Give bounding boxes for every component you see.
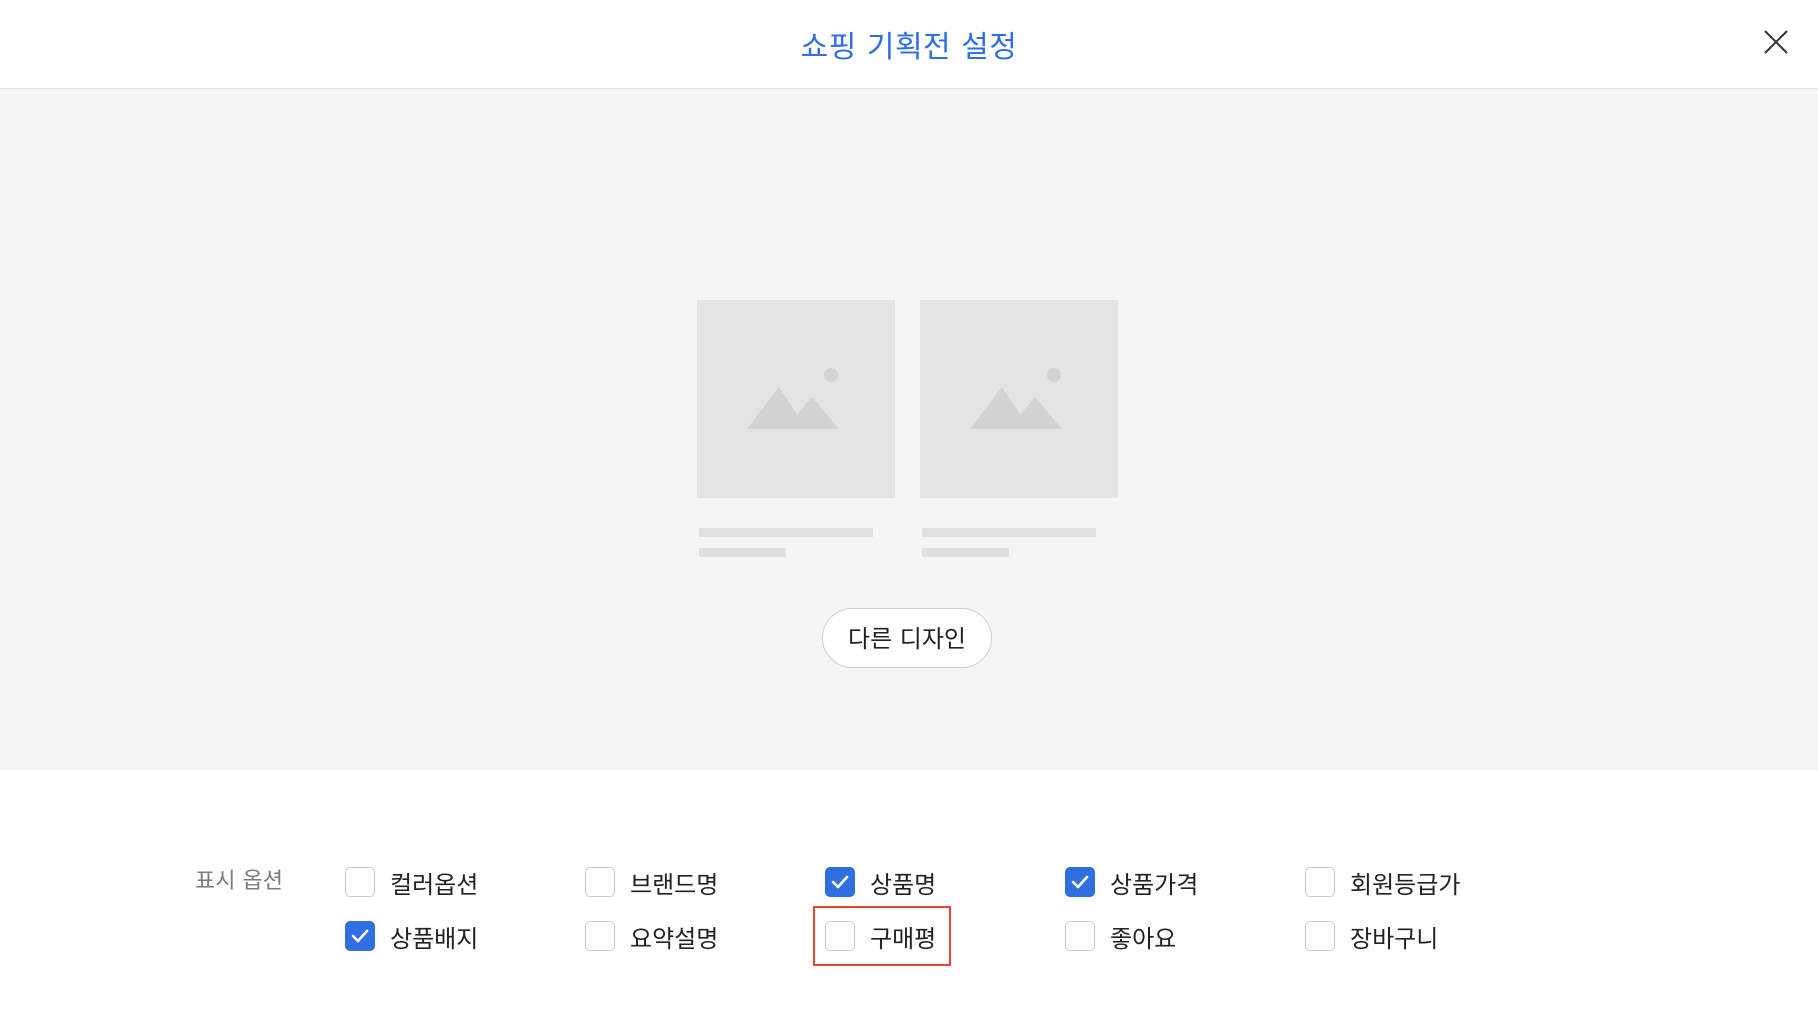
checkbox[interactable] bbox=[345, 867, 375, 897]
highlight-box bbox=[813, 906, 951, 966]
option-color[interactable]: 컬러옵션 bbox=[345, 862, 478, 902]
checkbox[interactable] bbox=[585, 867, 615, 897]
option-label: 브랜드명 bbox=[630, 870, 719, 899]
option-label: 상품배지 bbox=[390, 924, 479, 953]
display-options-label: 표시 옵션 bbox=[195, 869, 283, 894]
other-design-button[interactable]: 다른 디자인 bbox=[822, 608, 992, 668]
price-placeholder-line bbox=[922, 548, 1009, 557]
checkbox[interactable] bbox=[585, 921, 615, 951]
checkbox[interactable] bbox=[345, 921, 375, 951]
preview-card bbox=[920, 300, 1118, 557]
option-label: 회원등급가 bbox=[1350, 870, 1461, 899]
close-icon[interactable] bbox=[1754, 20, 1798, 64]
option-cart[interactable]: 장바구니 bbox=[1305, 916, 1438, 956]
image-placeholder bbox=[920, 300, 1118, 498]
dialog-title: 쇼핑 기획전 설정 bbox=[800, 30, 1018, 65]
design-preview: 다른 디자인 bbox=[0, 89, 1818, 770]
option-like[interactable]: 좋아요 bbox=[1065, 916, 1176, 956]
checkbox[interactable] bbox=[1305, 867, 1335, 897]
option-badge[interactable]: 상품배지 bbox=[345, 916, 478, 956]
option-label: 컬러옵션 bbox=[390, 870, 479, 899]
option-label: 장바구니 bbox=[1350, 924, 1439, 953]
checkbox[interactable] bbox=[1305, 921, 1335, 951]
option-label: 상품가격 bbox=[1110, 870, 1199, 899]
option-brand[interactable]: 브랜드명 bbox=[585, 862, 718, 902]
option-member-price[interactable]: 회원등급가 bbox=[1305, 862, 1460, 902]
display-options: 표시 옵션 컬러옵션 브랜드명 상품명 상품가격 회원등급가 상품배지 요약설명… bbox=[0, 770, 1818, 1015]
title-placeholder-line bbox=[699, 528, 873, 537]
price-placeholder-line bbox=[699, 548, 786, 557]
checkbox[interactable] bbox=[1065, 921, 1095, 951]
option-label: 요약설명 bbox=[630, 924, 719, 953]
option-product-name[interactable]: 상품명 bbox=[825, 862, 936, 902]
title-placeholder-line bbox=[922, 528, 1096, 537]
checkmark-icon bbox=[831, 875, 849, 889]
option-product-price[interactable]: 상품가격 bbox=[1065, 862, 1198, 902]
option-label: 상품명 bbox=[870, 870, 937, 899]
dialog-header: 쇼핑 기획전 설정 bbox=[0, 0, 1818, 89]
preview-card bbox=[697, 300, 895, 557]
image-placeholder-icon bbox=[970, 368, 1062, 429]
checkbox[interactable] bbox=[825, 867, 855, 897]
checkmark-icon bbox=[1071, 875, 1089, 889]
option-label: 좋아요 bbox=[1110, 924, 1177, 953]
image-placeholder-icon bbox=[747, 368, 839, 429]
checkmark-icon bbox=[351, 929, 369, 943]
checkbox[interactable] bbox=[1065, 867, 1095, 897]
image-placeholder bbox=[697, 300, 895, 498]
option-summary[interactable]: 요약설명 bbox=[585, 916, 718, 956]
